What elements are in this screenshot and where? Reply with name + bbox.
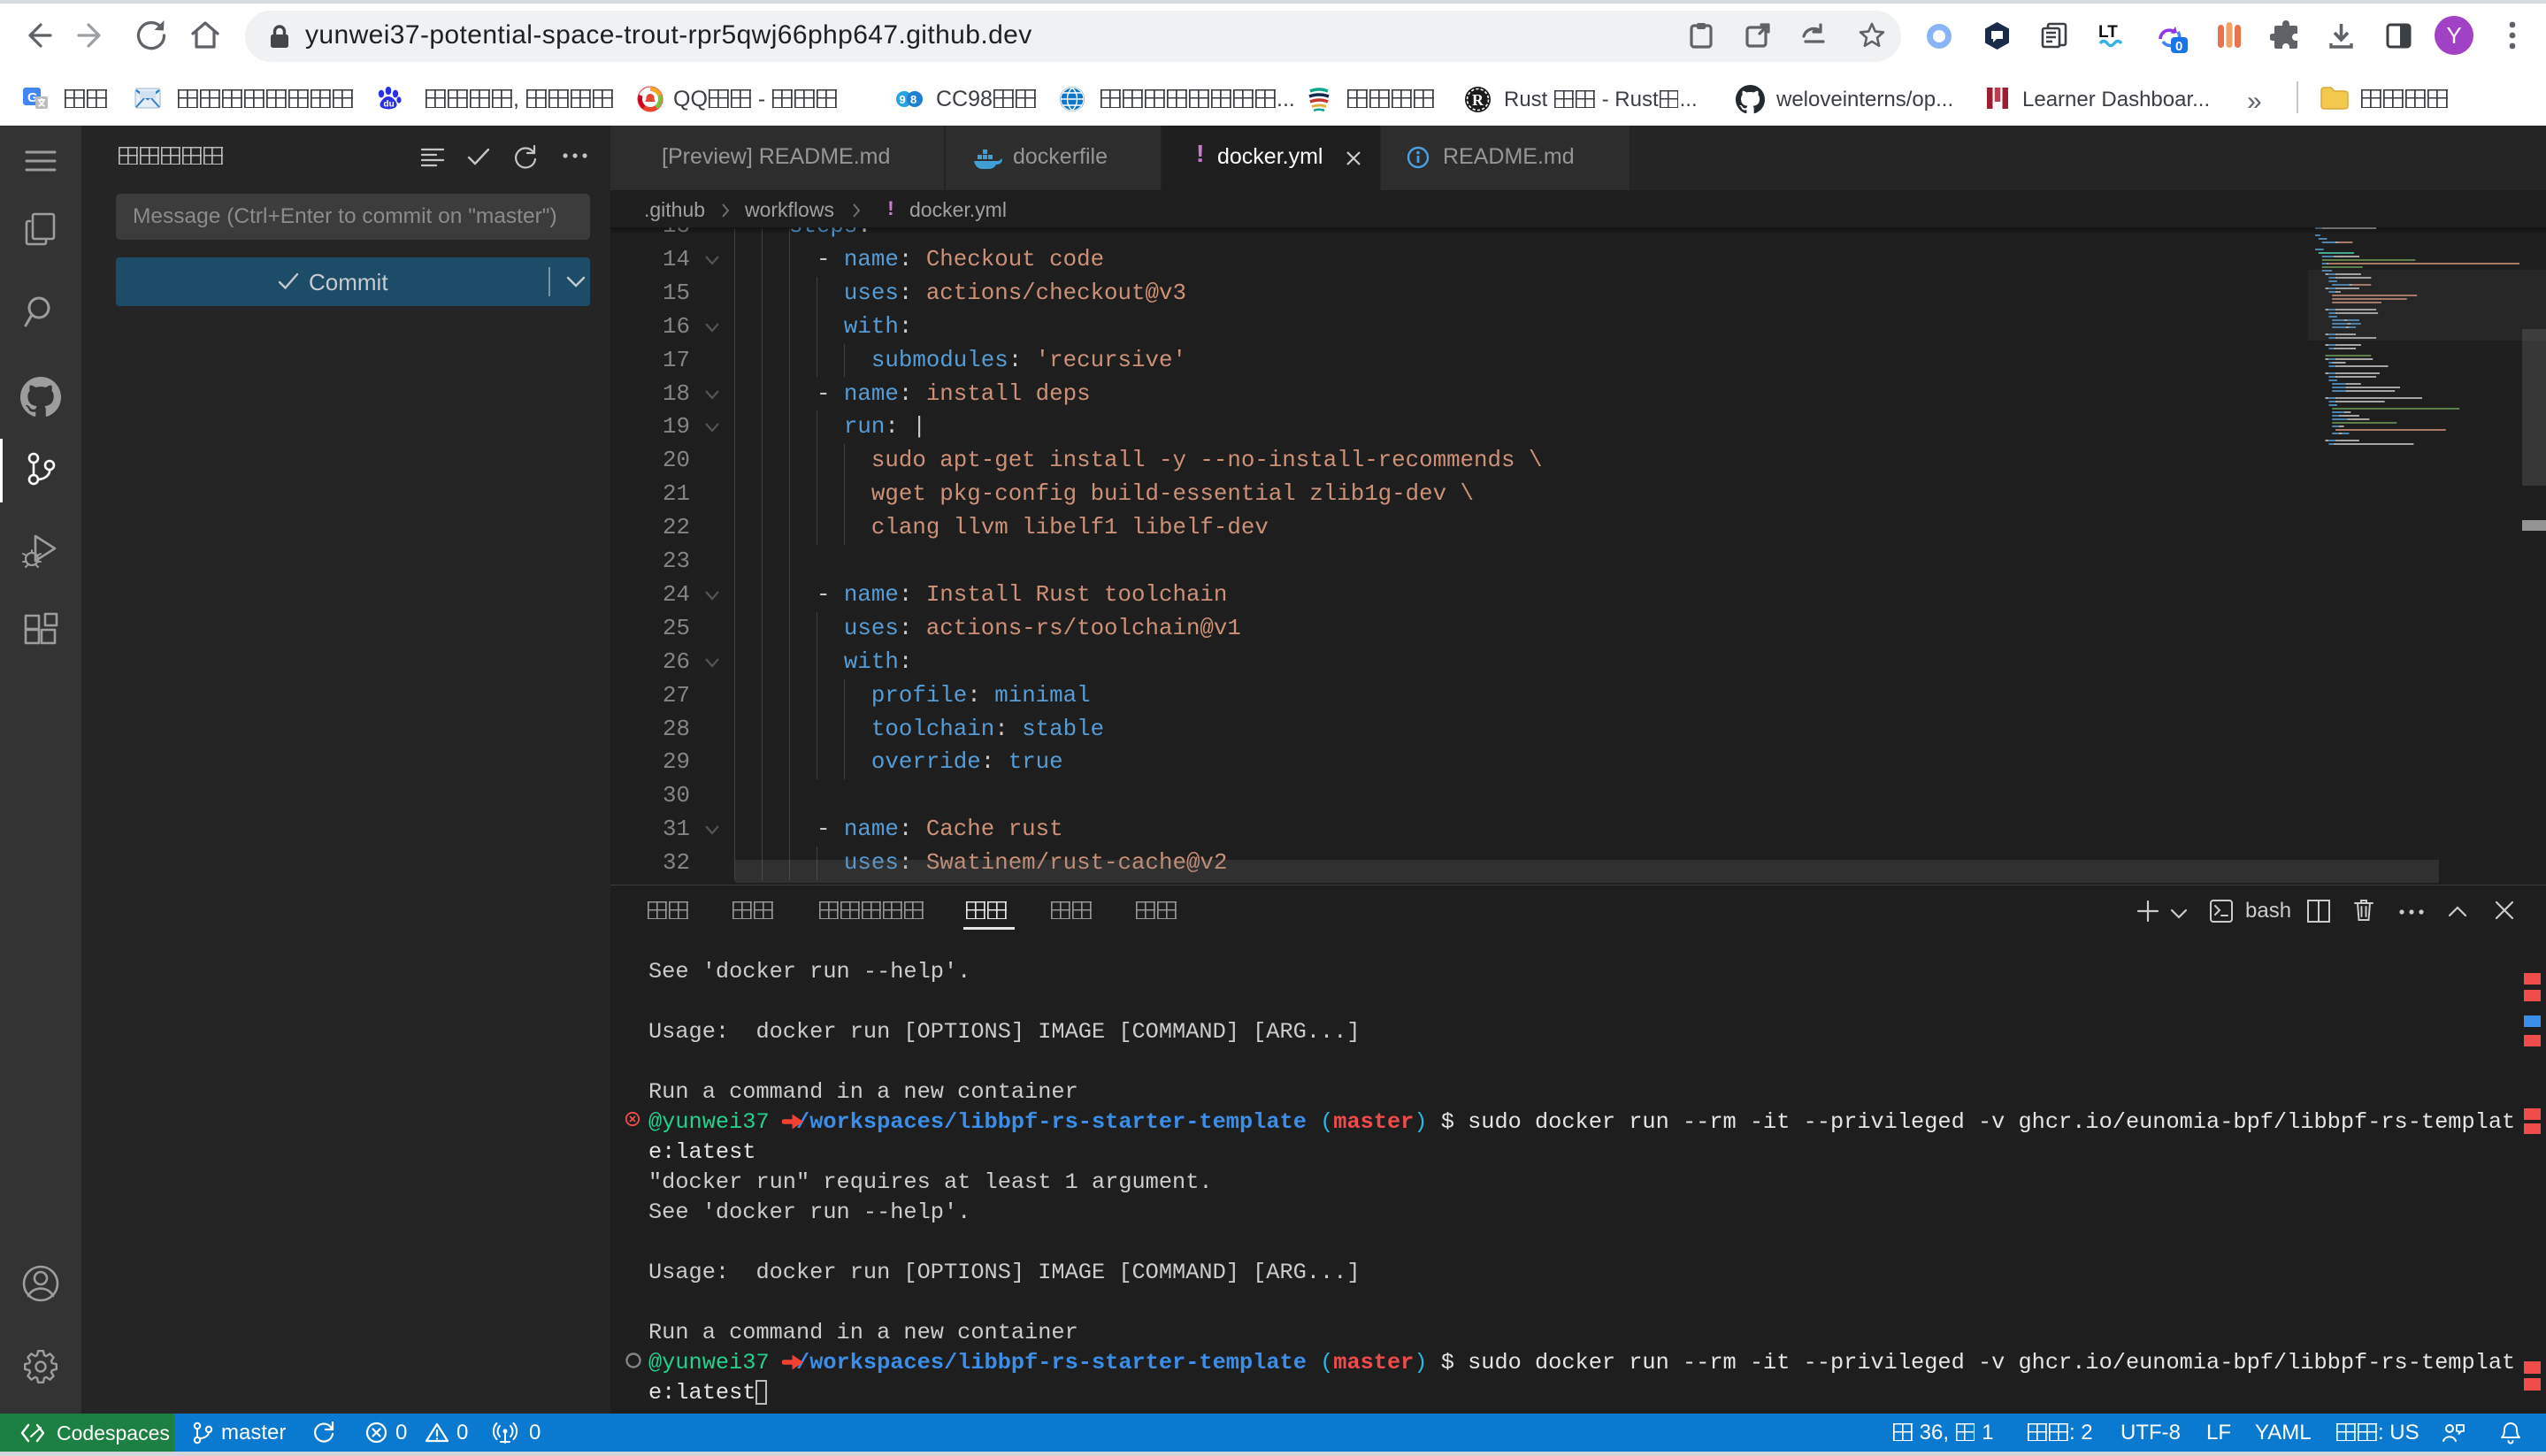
svg-text:R: R — [1472, 91, 1484, 109]
svg-text:9: 9 — [900, 93, 906, 106]
svg-text:du: du — [384, 100, 395, 110]
svg-text:8: 8 — [910, 93, 916, 106]
svg-text:0: 0 — [2175, 39, 2182, 54]
svg-text:LT: LT — [2098, 23, 2118, 42]
